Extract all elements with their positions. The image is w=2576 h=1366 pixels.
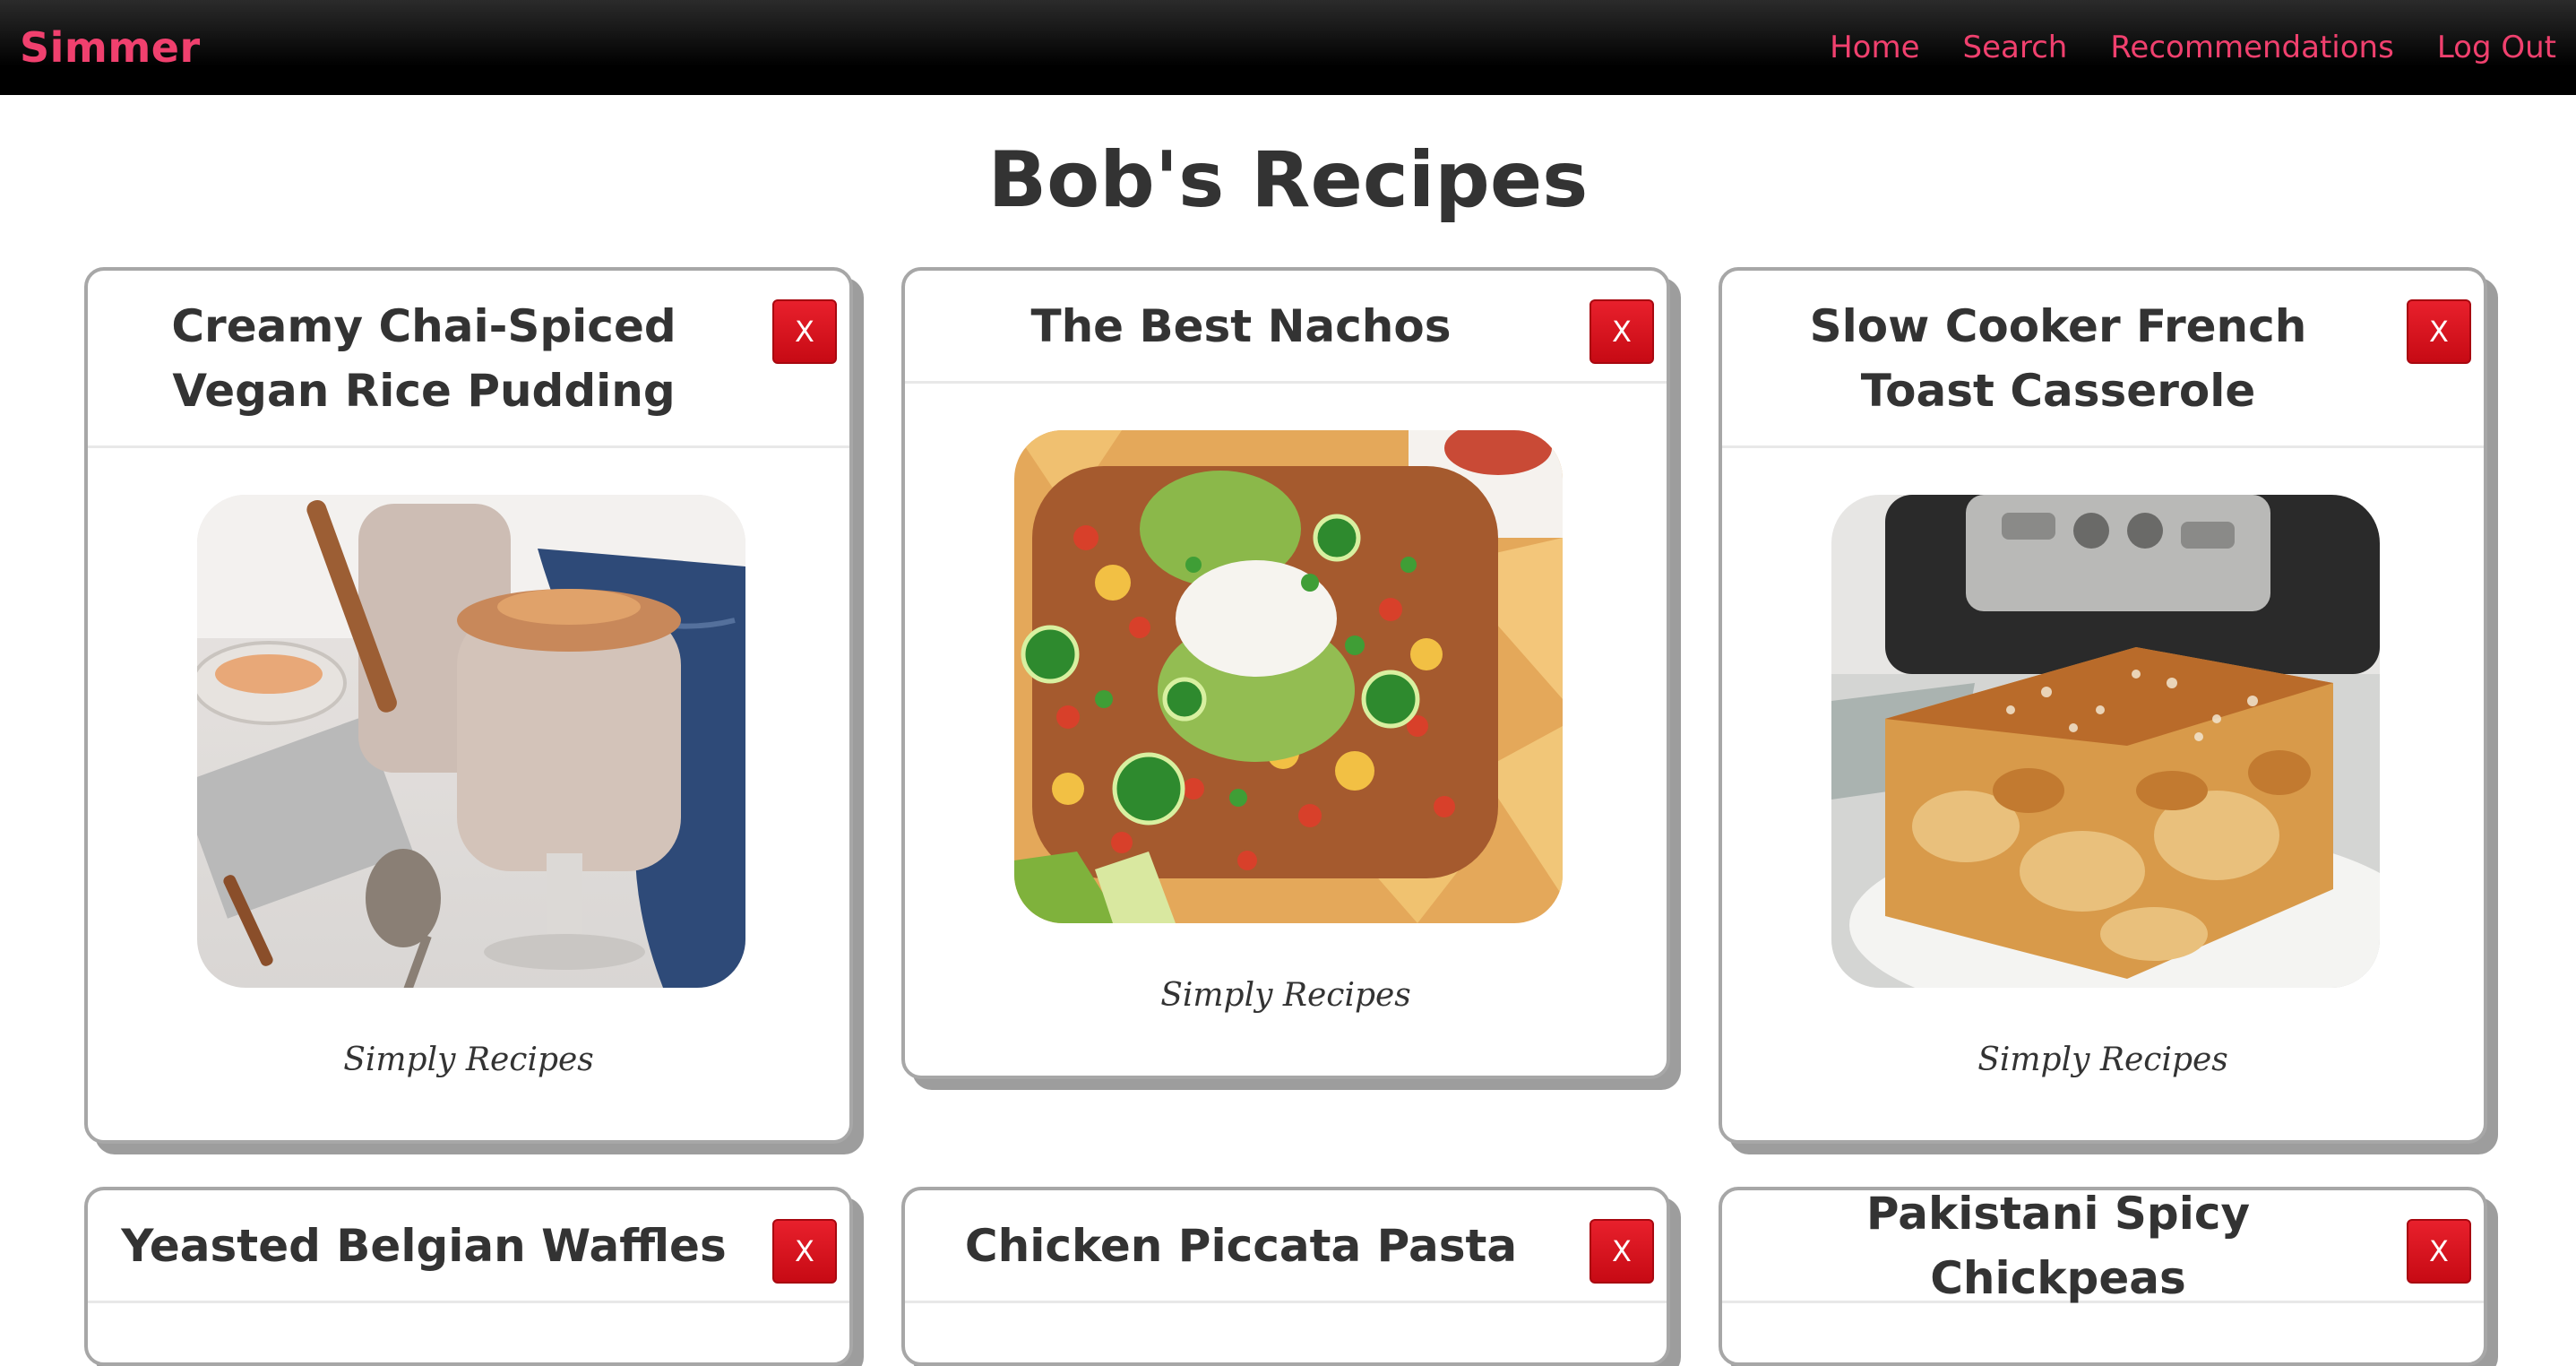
brand-logo[interactable]: Simmer xyxy=(20,23,201,72)
remove-recipe-button[interactable]: X xyxy=(772,1219,837,1284)
remove-recipe-button[interactable]: X xyxy=(2407,1219,2471,1284)
navbar: Simmer Home Search Recommendations Log O… xyxy=(0,0,2576,95)
recipe-card[interactable]: Slow Cooker French Toast Casserole X Sim… xyxy=(1719,267,2487,1144)
recipe-title[interactable]: The Best Nachos xyxy=(918,294,1564,359)
card-header: Creamy Chai-Spiced Vegan Rice Pudding X xyxy=(88,271,849,448)
nav-links: Home Search Recommendations Log Out xyxy=(1830,30,2556,65)
page-title: Bob's Recipes xyxy=(987,135,1589,225)
recipe-card[interactable]: Pakistani Spicy Chickpeas X xyxy=(1719,1187,2487,1366)
recipe-card[interactable]: Yeasted Belgian Waffles X xyxy=(84,1187,853,1366)
french-toast-casserole-photo xyxy=(1831,495,2380,988)
remove-recipe-button[interactable]: X xyxy=(1590,1219,1654,1284)
card-header: The Best Nachos X xyxy=(905,271,1667,384)
remove-recipe-button[interactable]: X xyxy=(772,299,837,364)
recipe-source: Simply Recipes xyxy=(1160,977,1411,1014)
recipe-card[interactable]: Creamy Chai-Spiced Vegan Rice Pudding X xyxy=(84,267,853,1144)
recipe-card[interactable]: Chicken Piccata Pasta X xyxy=(901,1187,1670,1366)
recipe-image[interactable] xyxy=(1831,495,2380,988)
recipe-source: Simply Recipes xyxy=(1977,1042,2228,1078)
recipe-title[interactable]: Yeasted Belgian Waffles xyxy=(101,1214,746,1278)
recipe-source: Simply Recipes xyxy=(343,1042,594,1078)
nav-link-search[interactable]: Search xyxy=(1963,30,2068,65)
recipe-title[interactable]: Creamy Chai-Spiced Vegan Rice Pudding xyxy=(101,294,746,423)
card-header: Pakistani Spicy Chickpeas X xyxy=(1722,1190,2484,1304)
recipe-image[interactable] xyxy=(1014,430,1563,923)
recipe-title[interactable]: Chicken Piccata Pasta xyxy=(918,1214,1564,1278)
remove-recipe-button[interactable]: X xyxy=(1590,299,1654,364)
card-header: Chicken Piccata Pasta X xyxy=(905,1190,1667,1303)
recipe-image[interactable] xyxy=(197,495,745,988)
nav-link-home[interactable]: Home xyxy=(1830,30,1919,65)
card-header: Yeasted Belgian Waffles X xyxy=(88,1190,849,1303)
rice-pudding-photo xyxy=(197,495,745,988)
nav-link-log-out[interactable]: Log Out xyxy=(2437,30,2556,65)
nav-link-recommendations[interactable]: Recommendations xyxy=(2110,30,2393,65)
card-header: Slow Cooker French Toast Casserole X xyxy=(1722,271,2484,448)
nachos-photo xyxy=(1014,430,1563,923)
recipe-title[interactable]: Pakistani Spicy Chickpeas xyxy=(1736,1190,2381,1310)
recipe-title[interactable]: Slow Cooker French Toast Casserole xyxy=(1736,294,2381,423)
remove-recipe-button[interactable]: X xyxy=(2407,299,2471,364)
recipe-card[interactable]: The Best Nachos X Simply Recipes xyxy=(901,267,1670,1079)
